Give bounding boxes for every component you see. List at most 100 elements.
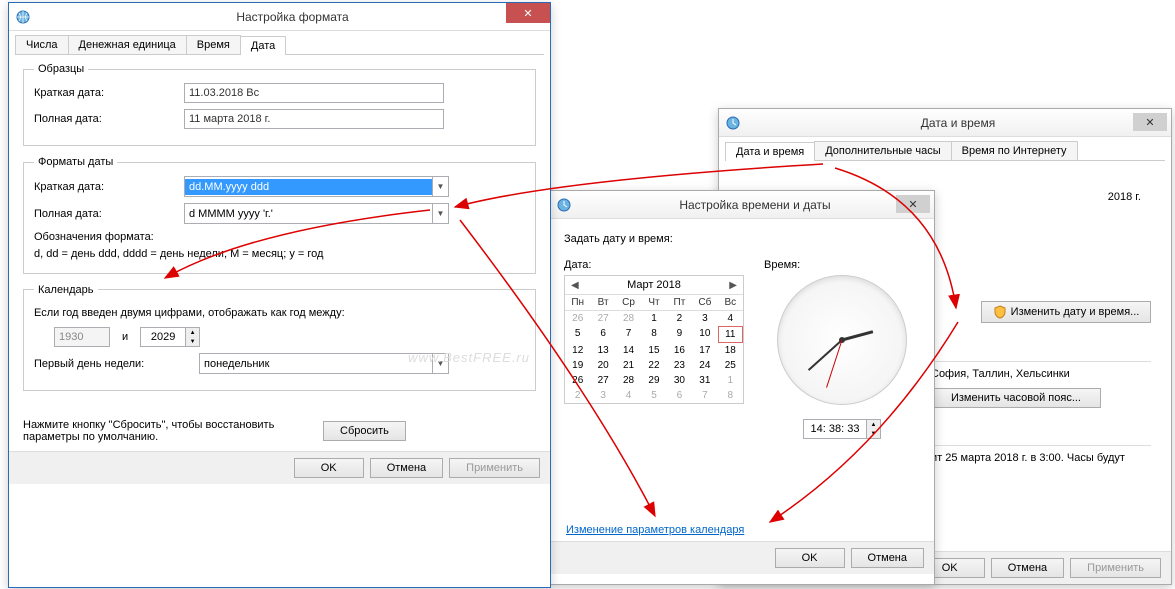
tab-time[interactable]: Время [186,35,241,54]
close-button[interactable]: ✕ [506,3,550,23]
next-month-button[interactable]: ▶ [729,280,737,291]
titlebar[interactable]: Настройка формата ✕ [9,3,550,31]
calendar-day[interactable]: 5 [565,326,590,343]
time-input[interactable] [804,420,866,438]
change-datetime-button[interactable]: Изменить дату и время... [981,301,1151,323]
format-tabs: Числа Денежная единица Время Дата [15,35,544,55]
chevron-down-icon[interactable]: ▼ [432,204,448,223]
calendar-day[interactable]: 8 [641,326,666,343]
calendar-day[interactable]: 4 [616,388,641,403]
calendar-day[interactable]: 14 [616,343,641,358]
calendar-day[interactable]: 1 [641,311,666,326]
ok-button[interactable]: OK [775,548,845,568]
close-button[interactable]: ✕ [1133,113,1167,131]
titlebar[interactable]: Настройка времени и даты ✕ [550,191,934,219]
calendar-day[interactable]: 3 [692,311,717,326]
year-down[interactable]: ▼ [186,337,199,346]
apply-button[interactable]: Применить [1070,558,1161,578]
calendar-day[interactable]: 15 [641,343,666,358]
format-content: Образцы Краткая дата: Полная дата: Форма… [9,55,550,451]
calendar-day[interactable]: 26 [565,311,590,326]
calendar-day[interactable]: 5 [641,388,666,403]
calendar-day[interactable]: 28 [616,311,641,326]
short-format-combo[interactable]: dd.MM.yyyy ddd ▼ [184,176,449,197]
calendar-day[interactable]: 23 [667,358,692,373]
analog-clock [777,275,907,405]
calendar-day[interactable]: 27 [590,373,615,388]
calendar-day[interactable]: 2 [565,388,590,403]
cancel-button[interactable]: Отмена [370,458,443,478]
datetime-settings-content: Задать дату и время: Дата: ◀ Март 2018 ▶… [550,219,934,541]
calendar-fieldset: Календарь Если год введен двумя цифрами,… [23,284,536,391]
calendar-day[interactable]: 28 [616,373,641,388]
window-title: Настройка формата [35,10,550,24]
calendar-day[interactable]: 11 [718,326,743,343]
calendar[interactable]: ◀ Март 2018 ▶ ПнВтСрЧтПтСбВс262728123456… [564,275,744,404]
tab-additional-clocks[interactable]: Дополнительные часы [814,141,951,160]
prev-month-button[interactable]: ◀ [571,280,579,291]
ok-button[interactable]: OK [294,458,364,478]
year-to-spinbox[interactable]: ▲▼ [140,327,200,347]
reset-hint: Нажмите кнопку "Сбросить", чтобы восстан… [23,419,323,443]
change-timezone-button[interactable]: Изменить часовой пояс... [931,388,1101,408]
time-spinbox[interactable]: ▲▼ [803,419,881,439]
calendar-day[interactable]: 30 [667,373,692,388]
calendar-day[interactable]: 10 [692,326,717,343]
calendar-day[interactable]: 4 [718,311,743,326]
clock-app-icon [556,197,572,213]
calendar-day[interactable]: 6 [667,388,692,403]
year-range-label: Если год введен двумя цифрами, отображат… [34,306,525,321]
calendar-day[interactable]: 19 [565,358,590,373]
set-datetime-label: Задать дату и время: [564,233,920,245]
calendar-day[interactable]: 26 [565,373,590,388]
time-down[interactable]: ▼ [867,429,880,438]
tab-datetime[interactable]: Дата и время [725,142,815,161]
calendar-day[interactable]: 7 [616,326,641,343]
calendar-day[interactable]: 9 [667,326,692,343]
apply-button[interactable]: Применить [449,458,540,478]
calendar-day[interactable]: 12 [565,343,590,358]
year-up[interactable]: ▲ [186,328,199,337]
datetime-tabs: Дата и время Дополнительные часы Время п… [725,141,1165,161]
calendar-day[interactable]: 27 [590,311,615,326]
calendar-day[interactable]: 7 [692,388,717,403]
calendar-day[interactable]: 18 [718,343,743,358]
cancel-button[interactable]: Отмена [991,558,1064,578]
tab-numbers[interactable]: Числа [15,35,69,54]
window-title: Настройка времени и даты [576,198,934,212]
calendar-day[interactable]: 16 [667,343,692,358]
calendar-day[interactable]: 17 [692,343,717,358]
tab-date[interactable]: Дата [240,36,286,55]
calendar-day[interactable]: 20 [590,358,615,373]
close-button[interactable]: ✕ [896,195,930,213]
calendar-day[interactable]: 8 [718,388,743,403]
tab-currency[interactable]: Денежная единица [68,35,187,54]
calendar-day[interactable]: 29 [641,373,666,388]
long-format-combo[interactable]: d MMMM yyyy 'г.' ▼ [184,203,449,224]
calendar-day[interactable]: 22 [641,358,666,373]
tab-internet-time[interactable]: Время по Интернету [951,141,1078,160]
tz-cities: София, Таллин, Хельсинки [931,368,1151,380]
calendar-day[interactable]: 3 [590,388,615,403]
time-up[interactable]: ▲ [867,420,880,429]
calendar-day[interactable]: 13 [590,343,615,358]
samples-legend: Образцы [34,63,88,75]
calendar-day[interactable]: 24 [692,358,717,373]
calendar-day[interactable]: 31 [692,373,717,388]
calendar-day[interactable]: 25 [718,358,743,373]
year-to-input[interactable] [141,328,185,346]
date-formats-fieldset: Форматы даты Краткая дата: dd.MM.yyyy dd… [23,156,536,274]
calendar-day[interactable]: 21 [616,358,641,373]
chevron-down-icon[interactable]: ▼ [432,177,448,196]
titlebar[interactable]: Дата и время ✕ [719,109,1171,137]
calendar-day[interactable]: 2 [667,311,692,326]
cancel-button[interactable]: Отмена [851,548,924,568]
watermark: www.BestFREE.ru [408,350,530,365]
calendar-day[interactable]: 6 [590,326,615,343]
datetime-settings-button-row: OK Отмена [550,541,934,574]
calendar-settings-link[interactable]: Изменение параметров календаря [566,524,744,536]
notation-text: d, dd = день ddd, dddd = день недели; M … [34,247,525,262]
reset-button[interactable]: Сбросить [323,421,406,441]
calendar-day[interactable]: 1 [718,373,743,388]
calendar-day-header: Пт [667,294,692,311]
